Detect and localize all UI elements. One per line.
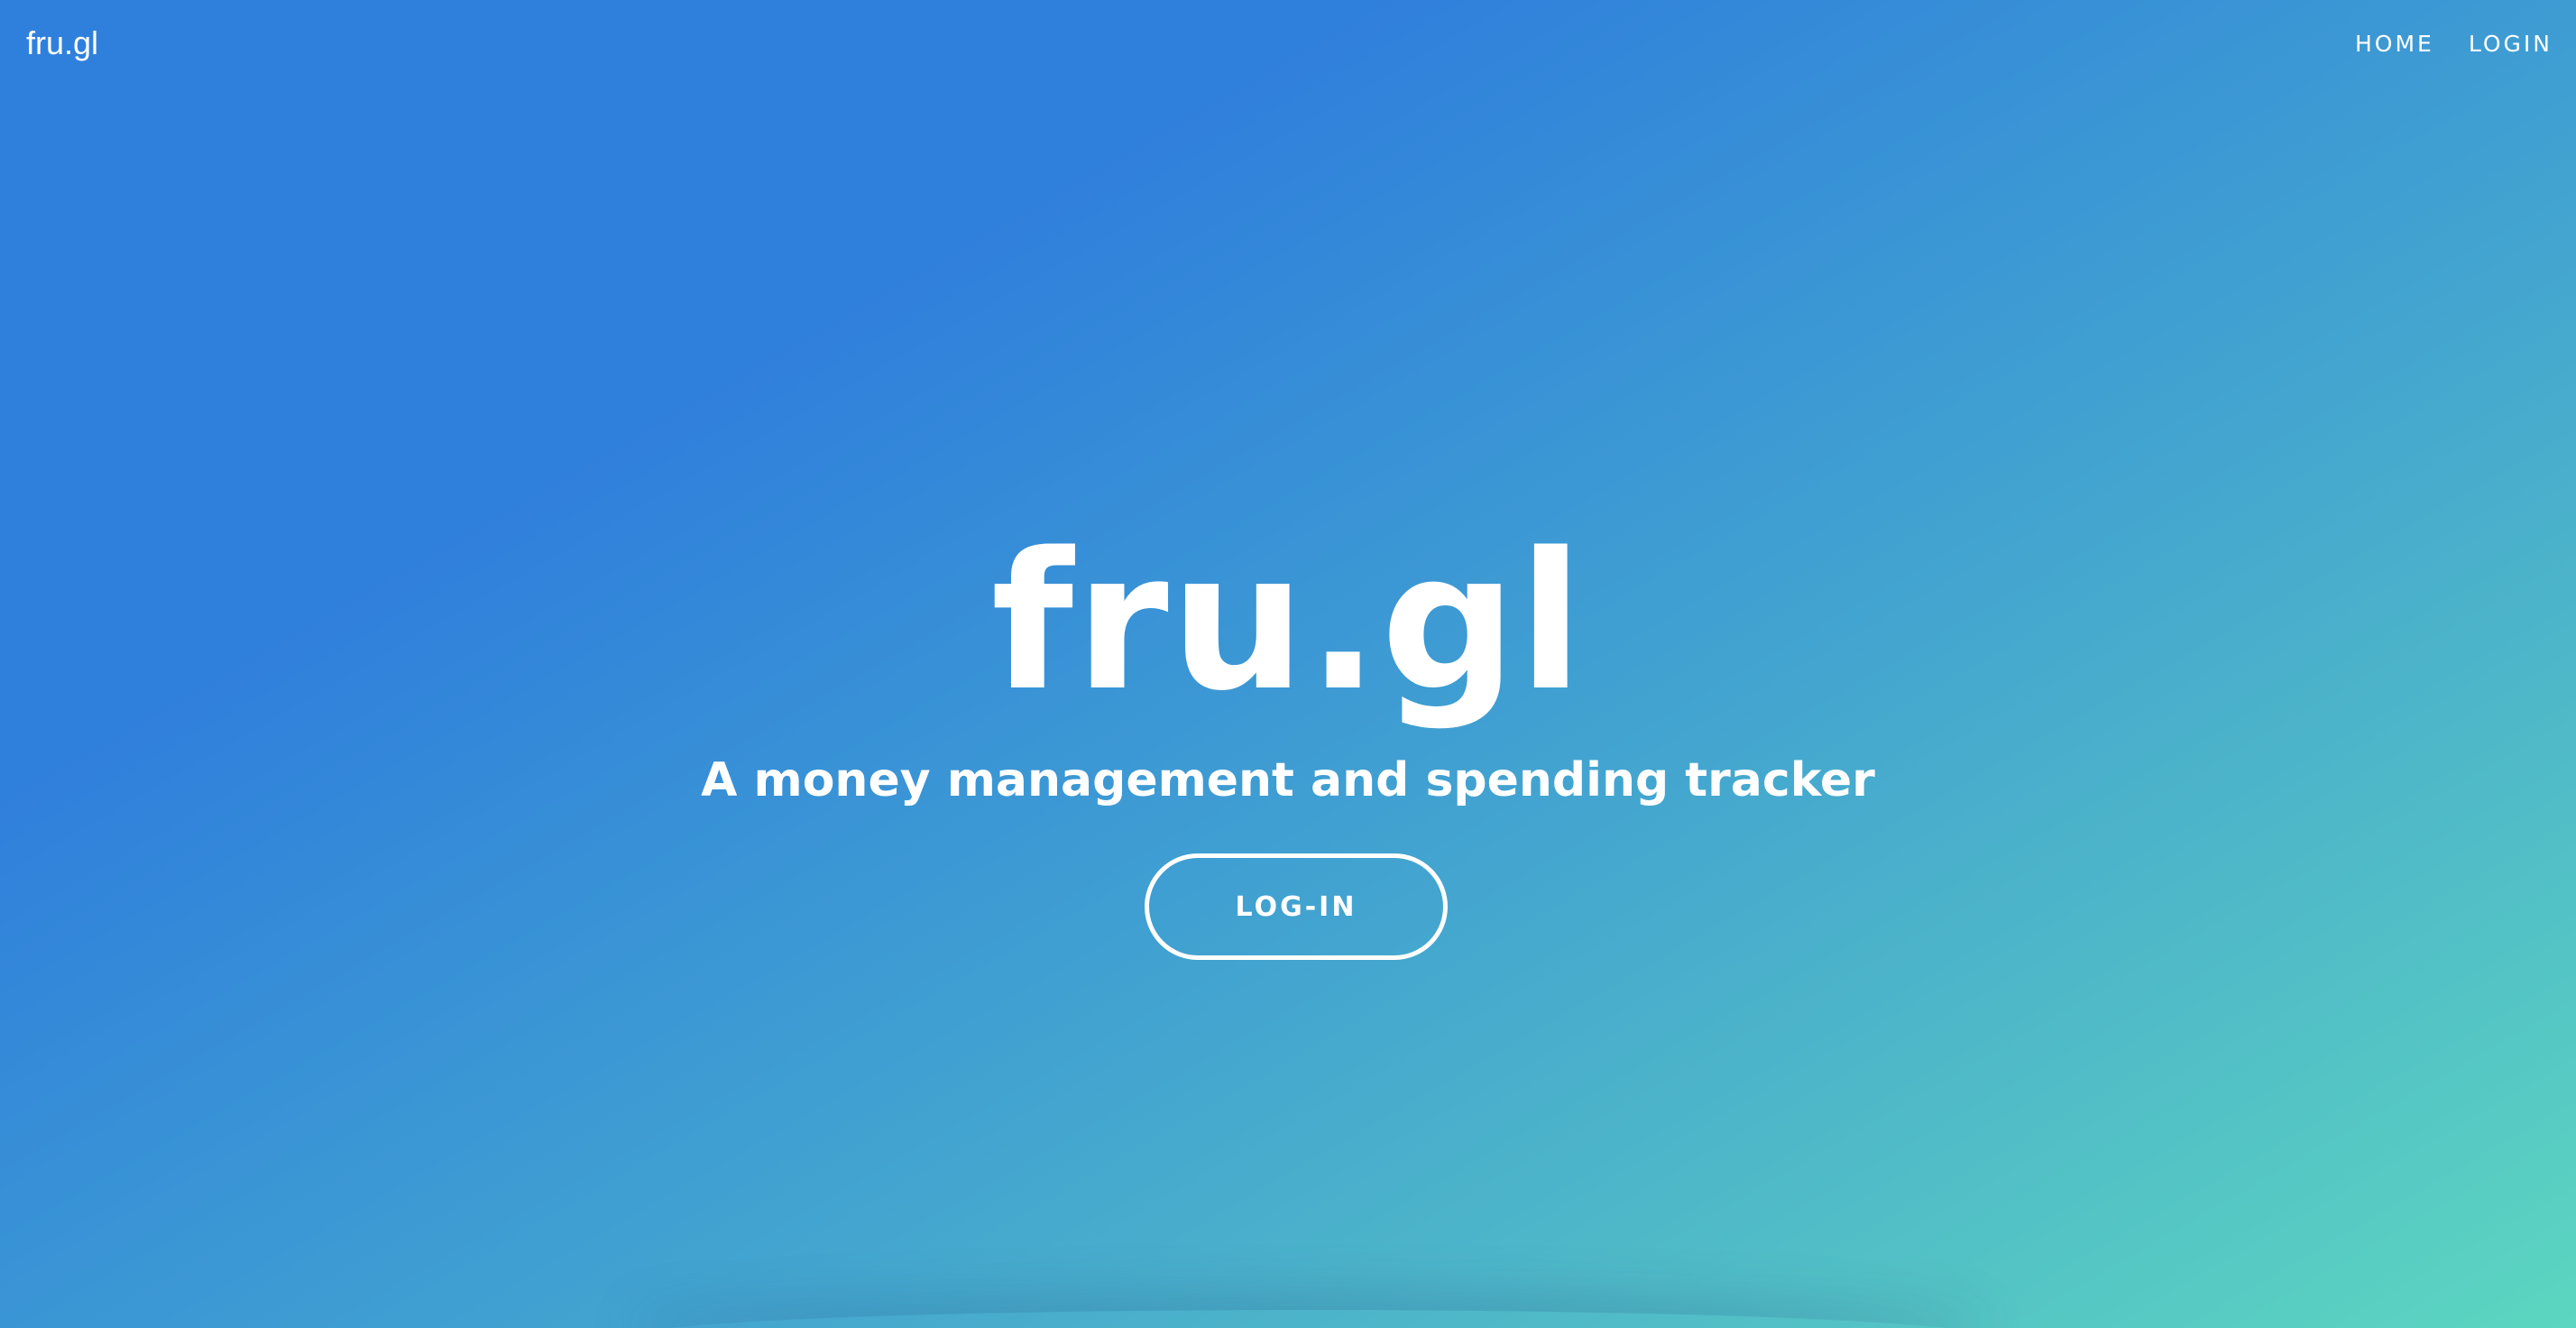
hero-title: fru.gl [990, 512, 1586, 733]
hero-subtitle: A money management and spending tracker [701, 753, 1875, 807]
hero-section: fru.gl A money management and spending t… [0, 0, 2576, 1328]
landing-page: fru.gl HOME LOGIN fru.gl A money managem… [0, 0, 2576, 1328]
log-in-button[interactable]: LOG-IN [1145, 853, 1448, 960]
